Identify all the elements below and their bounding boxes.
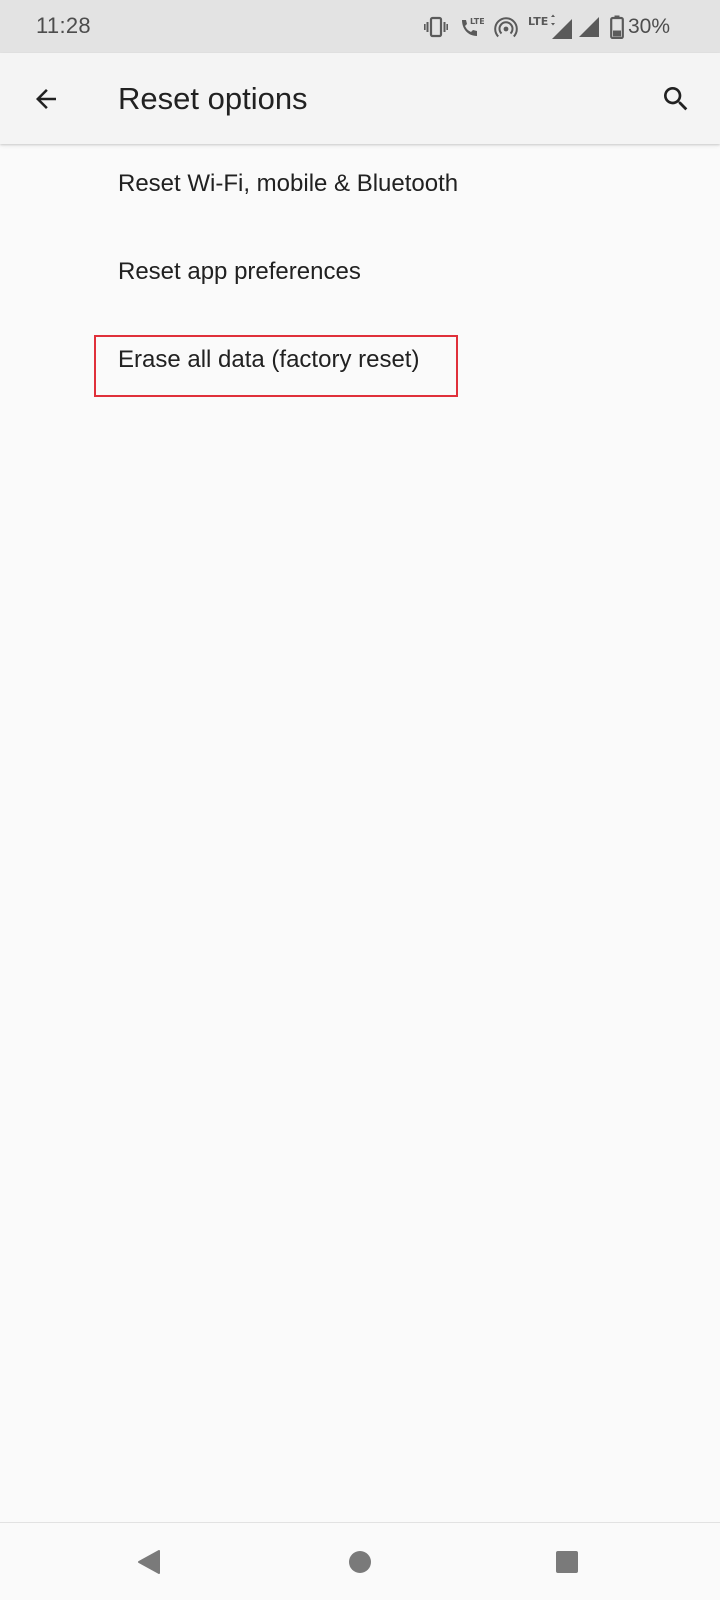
navigation-bar	[0, 1522, 720, 1600]
arrow-back-icon	[36, 89, 56, 109]
signal-icon	[578, 17, 599, 37]
reset-app-preferences-label: Reset app preferences	[118, 258, 361, 285]
volte-call-icon: LTE	[461, 17, 484, 36]
svg-text:LTE: LTE	[528, 15, 548, 28]
search-button[interactable]	[652, 75, 700, 123]
nav-home-icon	[349, 1551, 371, 1573]
highlight-box	[94, 335, 458, 397]
status-bar: 11:28 LTE LTE 30%	[0, 0, 720, 53]
battery-icon	[610, 15, 624, 39]
reset-network-label: Reset Wi-Fi, mobile & Bluetooth	[118, 170, 459, 197]
svg-text:LTE: LTE	[470, 17, 484, 26]
search-icon	[664, 87, 688, 111]
nav-recents-button[interactable]	[542, 1537, 592, 1587]
vibrate-icon	[423, 16, 448, 38]
hotspot-icon	[494, 17, 518, 38]
back-button[interactable]	[22, 75, 70, 123]
status-time: 11:28	[36, 13, 91, 38]
screen: 11:28 LTE LTE 30% Reset options Reset Wi…	[0, 0, 720, 1600]
reset-network-item[interactable]: Reset Wi-Fi, mobile & Bluetooth	[0, 144, 720, 232]
page-title: Reset options	[118, 81, 308, 116]
app-bar: Reset options	[0, 53, 720, 144]
nav-back-icon	[138, 1550, 160, 1574]
reset-app-preferences-item[interactable]: Reset app preferences	[0, 232, 720, 320]
lte-signal-icon: LTE	[528, 14, 572, 39]
battery-percent: 30%	[627, 15, 670, 38]
nav-home-button[interactable]	[335, 1537, 385, 1587]
nav-back-button[interactable]	[125, 1537, 175, 1587]
status-icons: LTE LTE 30%	[423, 12, 670, 42]
nav-recents-icon	[556, 1551, 578, 1573]
